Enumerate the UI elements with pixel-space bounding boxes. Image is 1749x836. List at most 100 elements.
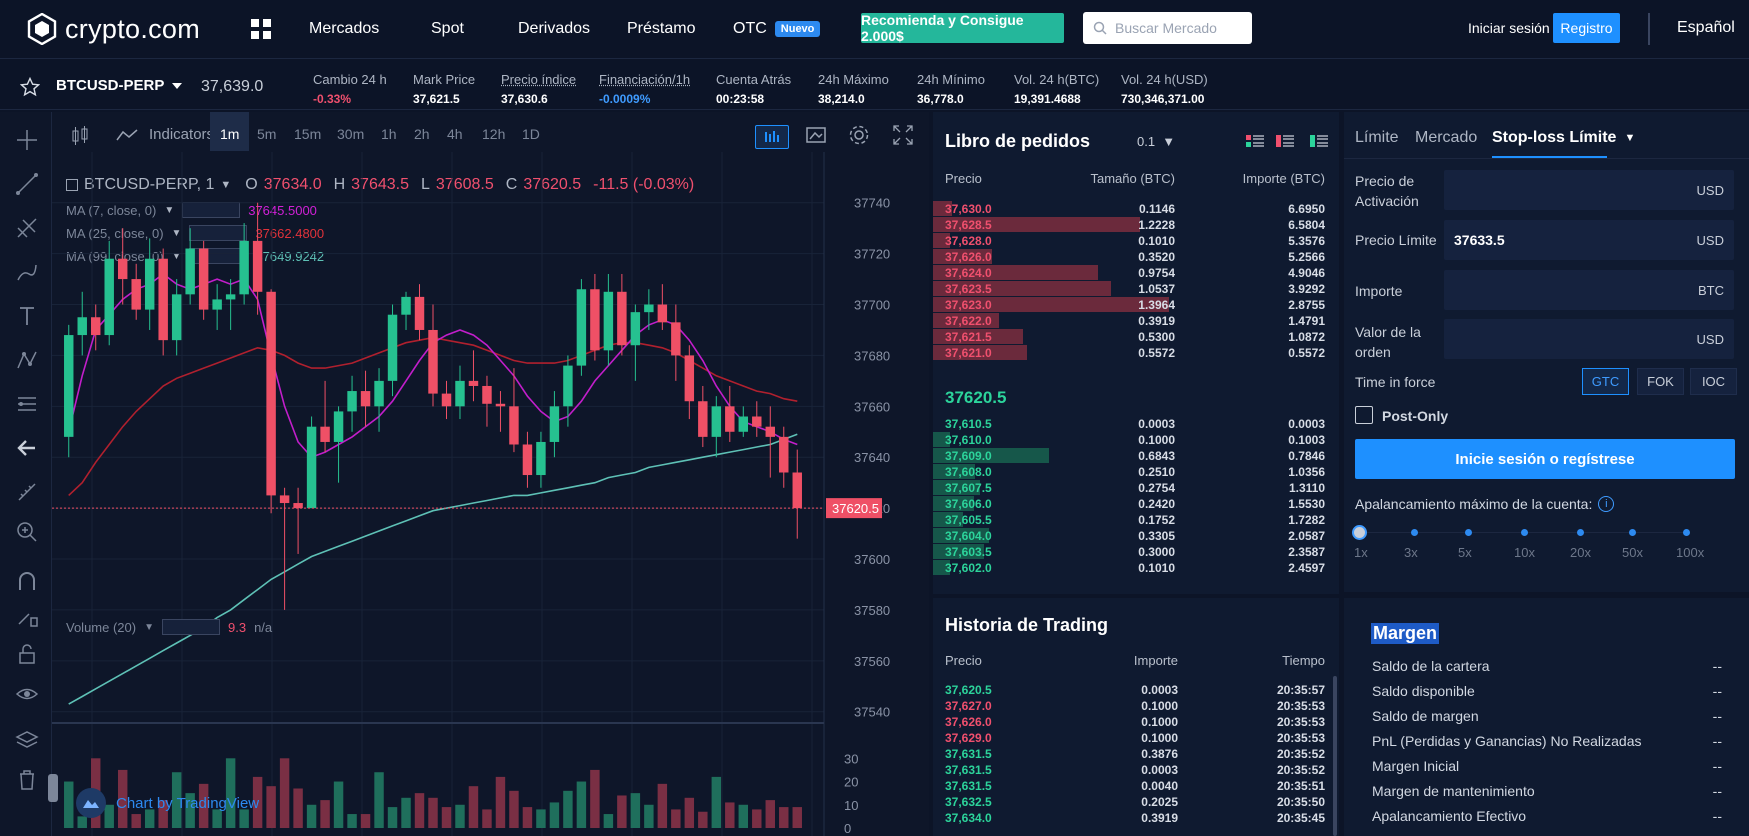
eye-icon[interactable] xyxy=(15,682,39,706)
timeframe-30m[interactable]: 30m xyxy=(337,126,364,142)
login-or-register-button[interactable]: Inicie sesión o regístrese xyxy=(1355,439,1735,479)
leverage-handle[interactable] xyxy=(1352,525,1367,540)
book-asks-icon[interactable] xyxy=(1276,134,1294,148)
tif-fok-button[interactable]: FOK xyxy=(1637,368,1684,395)
ask-row[interactable]: 37,624.0 0.9754 4.9046 xyxy=(933,264,1339,281)
timeframe-5m[interactable]: 5m xyxy=(257,126,276,142)
star-favorite-icon[interactable] xyxy=(20,77,40,97)
price-chart[interactable]: 3774037720377003768037660376403762037600… xyxy=(52,152,929,836)
book-bids-icon[interactable] xyxy=(1310,134,1328,148)
ask-row[interactable]: 37,621.0 0.5572 0.5572 xyxy=(933,344,1339,361)
bid-row[interactable]: 37,604.0 0.3305 2.0587 xyxy=(933,527,1339,544)
leverage-dot[interactable] xyxy=(1411,529,1418,536)
amount-input[interactable]: BTC xyxy=(1444,270,1734,310)
ask-row[interactable]: 37,621.5 0.5300 1.0872 xyxy=(933,328,1339,345)
post-only-checkbox[interactable] xyxy=(1355,406,1373,424)
tradingview-badge[interactable]: Chart by TradingView xyxy=(76,788,259,818)
layers-icon[interactable] xyxy=(15,728,39,752)
stat-funding[interactable]: Financiación/1h -0.0009% xyxy=(599,72,690,106)
back-arrow-icon[interactable] xyxy=(15,436,39,460)
logo[interactable]: crypto.com xyxy=(27,13,227,45)
stat-index-price[interactable]: Precio índice 37,630.6 xyxy=(501,72,576,106)
trash-icon[interactable] xyxy=(15,768,39,792)
y-tick-label: 37540 xyxy=(854,705,890,720)
nav-item-spot[interactable]: Spot xyxy=(431,20,464,38)
trade-scrollbar[interactable] xyxy=(1333,676,1337,836)
trend-line-icon[interactable] xyxy=(15,172,39,196)
bid-row[interactable]: 37,610.5 0.0003 0.0003 xyxy=(933,415,1339,432)
language-selector[interactable]: Español xyxy=(1677,19,1735,37)
brush-icon[interactable] xyxy=(15,260,39,284)
register-button[interactable]: Registro xyxy=(1553,13,1620,43)
bid-row[interactable]: 37,605.5 0.1752 1.7282 xyxy=(933,511,1339,528)
volume-controls[interactable] xyxy=(162,619,220,635)
referral-promo-button[interactable]: Recomienda y Consigue 2.000$ xyxy=(861,12,1064,44)
bid-row[interactable]: 37,607.5 0.2754 1.3110 xyxy=(933,479,1339,496)
precision-selector[interactable]: 0.1 ▼ xyxy=(1137,134,1175,149)
timeframe-15m[interactable]: 15m xyxy=(294,126,321,142)
apps-grid-icon[interactable] xyxy=(251,19,271,39)
indicators-button[interactable]: Indicators xyxy=(149,126,214,143)
timeframe-1h[interactable]: 1h xyxy=(381,126,397,142)
ask-row[interactable]: 37,623.0 1.3964 2.8755 xyxy=(933,296,1339,313)
pattern-icon[interactable] xyxy=(15,348,39,372)
bid-row[interactable]: 37,602.0 0.1010 2.4597 xyxy=(933,559,1339,576)
ask-row[interactable]: 37,630.0 0.1146 6.6950 xyxy=(933,200,1339,217)
leverage-dot[interactable] xyxy=(1465,529,1472,536)
row-total: 4.9046 xyxy=(1288,266,1325,280)
ask-row[interactable]: 37,628.5 1.2228 6.5804 xyxy=(933,216,1339,233)
bid-row[interactable]: 37,608.0 0.2510 1.0356 xyxy=(933,463,1339,480)
text-tool-icon[interactable] xyxy=(15,304,39,328)
layout-toggle-button[interactable] xyxy=(755,125,789,149)
nav-item-derivados[interactable]: Derivados xyxy=(518,20,590,38)
nav-item-otc[interactable]: OTC Nuevo xyxy=(733,20,821,38)
nav-item-mercados[interactable]: Mercados xyxy=(309,20,379,38)
nav-item-prestamo[interactable]: Préstamo xyxy=(627,20,695,38)
info-icon[interactable]: i xyxy=(1598,496,1615,512)
tab-limit[interactable]: Límite xyxy=(1355,129,1399,147)
candle-type-icon[interactable] xyxy=(70,126,90,146)
timeframe-12h[interactable]: 12h xyxy=(482,126,505,142)
timeframe-4h[interactable]: 4h xyxy=(447,126,463,142)
leverage-dot[interactable] xyxy=(1629,529,1636,536)
prediction-icon[interactable] xyxy=(15,392,39,416)
order-value-input[interactable]: USD xyxy=(1444,319,1734,359)
candle-body xyxy=(590,289,600,351)
row-size: 0.1010 xyxy=(1138,561,1175,575)
trigger-price-input[interactable]: USD xyxy=(1444,170,1734,210)
ask-row[interactable]: 37,626.0 0.3520 5.2566 xyxy=(933,248,1339,265)
symbol-selector[interactable]: BTCUSD-PERP xyxy=(56,77,183,94)
crosshair-icon[interactable] xyxy=(15,128,39,152)
ask-row[interactable]: 37,622.0 0.3919 1.4791 xyxy=(933,312,1339,329)
leverage-dot[interactable] xyxy=(1521,529,1528,536)
timeframe-2h[interactable]: 2h xyxy=(414,126,430,142)
fullscreen-icon[interactable] xyxy=(893,125,913,145)
ruler-icon[interactable] xyxy=(15,480,39,504)
bid-row[interactable]: 37,609.0 0.6843 0.7846 xyxy=(933,447,1339,464)
timeframe-1D[interactable]: 1D xyxy=(522,126,540,142)
ask-row[interactable]: 37,628.0 0.1010 5.3576 xyxy=(933,232,1339,249)
bid-row[interactable]: 37,610.0 0.1000 0.1003 xyxy=(933,431,1339,448)
leverage-dot[interactable] xyxy=(1577,529,1584,536)
limit-price-input[interactable]: 37633.5 USD xyxy=(1444,220,1734,260)
pitchfork-icon[interactable] xyxy=(15,216,39,240)
tif-gtc-button[interactable]: GTC xyxy=(1582,368,1629,395)
tab-market[interactable]: Mercado xyxy=(1415,129,1477,147)
magnet-icon[interactable] xyxy=(15,570,39,594)
zoom-in-icon[interactable] xyxy=(15,520,39,544)
volume-caret-icon[interactable]: ▼ xyxy=(144,622,154,633)
leverage-dot[interactable] xyxy=(1683,529,1690,536)
screenshot-icon[interactable] xyxy=(806,126,826,144)
lock-drawing-icon[interactable] xyxy=(15,604,39,628)
book-both-icon[interactable] xyxy=(1246,134,1264,148)
bid-row[interactable]: 37,606.0 0.2420 1.5530 xyxy=(933,495,1339,512)
tif-ioc-button[interactable]: IOC xyxy=(1690,368,1737,395)
timeframe-1m[interactable]: 1m xyxy=(210,112,250,151)
bid-row[interactable]: 37,603.5 0.3000 2.3587 xyxy=(933,543,1339,560)
tab-stop-limit[interactable]: Stop-loss Límite ▼ xyxy=(1492,129,1635,147)
ask-row[interactable]: 37,623.5 1.0537 3.9292 xyxy=(933,280,1339,297)
unlock-icon[interactable] xyxy=(15,642,39,666)
login-link[interactable]: Iniciar sesión xyxy=(1468,20,1550,36)
settings-gear-icon[interactable] xyxy=(848,124,870,146)
search-market-input[interactable]: Buscar Mercado xyxy=(1083,12,1252,44)
